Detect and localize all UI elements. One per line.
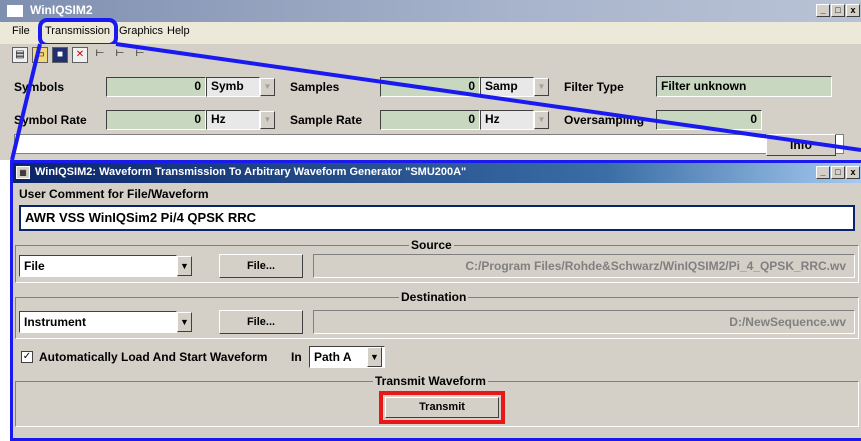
autoload-label: Automatically Load And Start Waveform (39, 350, 268, 364)
samples-field[interactable]: 0 (380, 77, 480, 97)
marker-3-icon[interactable]: ⊢ (132, 47, 148, 63)
transmission-dialog: ▦ WinIQSIM2: Waveform Transmission To Ar… (10, 160, 861, 441)
path-dropdown-icon[interactable]: ▼ (367, 347, 382, 367)
symbols-unit[interactable]: Symb (206, 77, 260, 97)
sample-rate-label: Sample Rate (290, 113, 363, 127)
autoload-checkbox[interactable]: ✓ (21, 351, 33, 363)
dialog-maximize-icon[interactable]: □ (831, 166, 845, 179)
main-window: WinIQSIM2 _ □ x File Transmission Graphi… (0, 0, 861, 160)
sample-rate-field[interactable]: 0 (380, 110, 480, 130)
menu-file[interactable]: File (12, 25, 30, 37)
source-path-field[interactable]: C:/Program Files/Rohde&Schwarz/WinIQSIM2… (313, 254, 855, 278)
destination-type-select[interactable]: Instrument (19, 311, 177, 333)
close-icon[interactable]: x (846, 4, 860, 17)
in-label: In (291, 350, 302, 364)
main-status-strip (14, 134, 844, 154)
new-file-icon[interactable]: ▤ (12, 47, 28, 63)
toolbar (0, 44, 861, 66)
destination-type-dropdown-icon[interactable]: ▼ (177, 312, 192, 332)
dialog-title: WinIQSIM2: Waveform Transmission To Arbi… (35, 166, 467, 178)
filter-type-field[interactable]: Filter unknown (656, 76, 832, 97)
symbols-unit-dropdown-icon[interactable]: ▼ (260, 78, 275, 96)
save-icon[interactable]: ■ (52, 47, 68, 63)
oversampling-label: Oversampling (564, 113, 645, 127)
destination-file-button[interactable]: File... (219, 310, 303, 334)
source-type-select[interactable]: File (19, 255, 177, 277)
maximize-icon[interactable]: □ (831, 4, 845, 17)
dialog-title-bar[interactable]: ▦ WinIQSIM2: Waveform Transmission To Ar… (13, 163, 861, 183)
oversampling-field[interactable]: 0 (656, 110, 762, 130)
dialog-minimize-icon[interactable]: _ (816, 166, 830, 179)
menu-help[interactable]: Help (167, 25, 190, 37)
source-type-dropdown-icon[interactable]: ▼ (177, 256, 192, 276)
info-button[interactable]: Info (766, 134, 836, 156)
source-file-button[interactable]: File... (219, 254, 303, 278)
menu-graphics[interactable]: Graphics (119, 25, 163, 37)
comment-label: User Comment for File/Waveform (19, 187, 209, 201)
symbols-label: Symbols (14, 80, 65, 94)
destination-group-title: Destination (399, 290, 469, 304)
source-group-title: Source (409, 238, 454, 252)
symbol-rate-unit[interactable]: Hz (206, 110, 260, 130)
transmit-group-title: Transmit Waveform (373, 374, 488, 388)
minimize-icon[interactable]: _ (816, 4, 830, 17)
transmission-highlight (38, 18, 118, 47)
app-icon (6, 4, 24, 18)
marker-1-icon[interactable]: ⊢ (92, 47, 108, 63)
delete-icon[interactable]: ✕ (72, 47, 88, 63)
open-folder-icon[interactable]: ▭ (32, 47, 48, 63)
symbols-field[interactable]: 0 (106, 77, 206, 97)
sample-rate-unit[interactable]: Hz (480, 110, 534, 130)
symbol-rate-field[interactable]: 0 (106, 110, 206, 130)
main-window-title: WinIQSIM2 (30, 3, 93, 17)
marker-2-icon[interactable]: ⊢ (112, 47, 128, 63)
filter-type-label: Filter Type (564, 80, 624, 94)
dialog-app-icon: ▦ (16, 166, 30, 179)
symbol-rate-unit-dropdown-icon[interactable]: ▼ (260, 111, 275, 129)
main-title-bar[interactable]: WinIQSIM2 _ □ x (0, 0, 861, 22)
samples-label: Samples (290, 80, 340, 94)
symbol-rate-label: Symbol Rate (14, 113, 87, 127)
transmit-button[interactable]: Transmit (385, 397, 499, 418)
dialog-close-icon[interactable]: x (846, 166, 860, 179)
sample-rate-unit-dropdown-icon[interactable]: ▼ (534, 111, 549, 129)
comment-input[interactable]: AWR VSS WinIQSim2 Pi/4 QPSK RRC (19, 205, 855, 231)
destination-path-field[interactable]: D:/NewSequence.wv (313, 310, 855, 334)
samples-unit[interactable]: Samp (480, 77, 534, 97)
samples-unit-dropdown-icon[interactable]: ▼ (534, 78, 549, 96)
